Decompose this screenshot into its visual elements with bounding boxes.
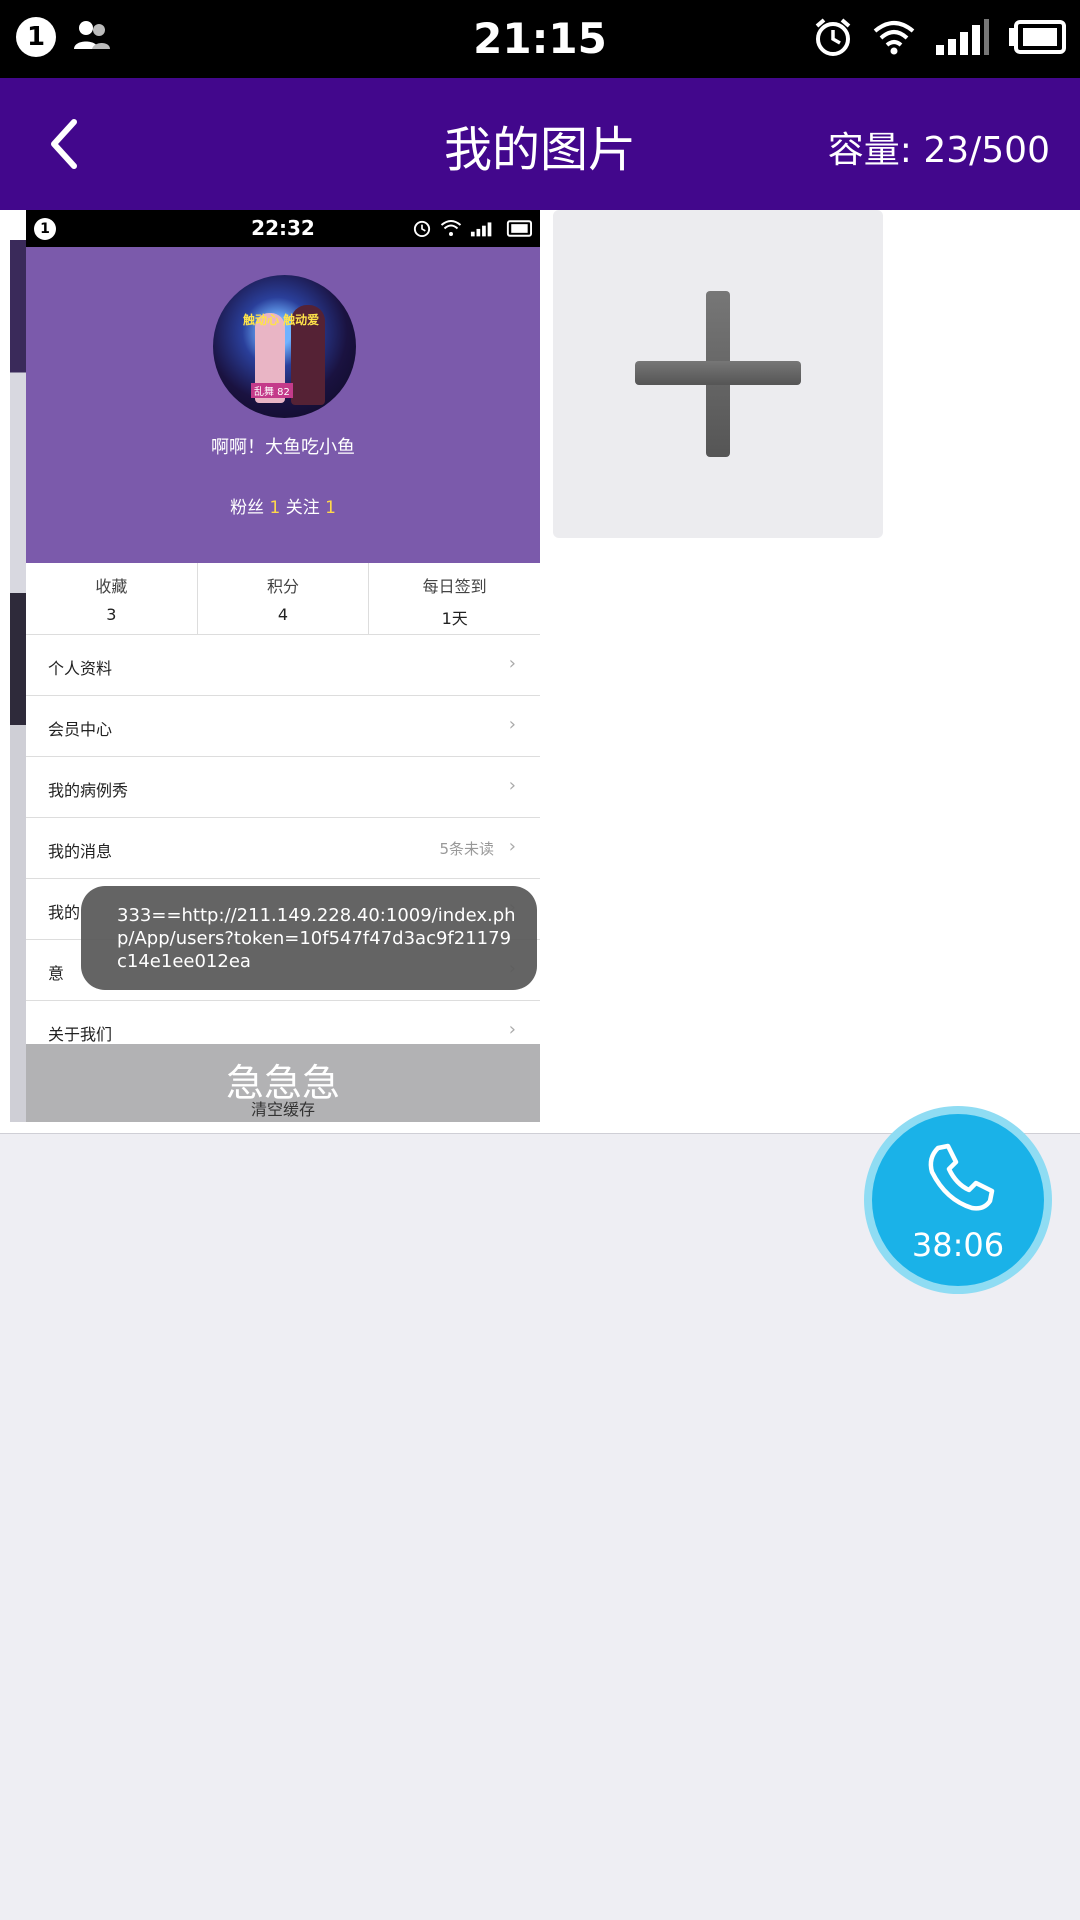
chevron-right-icon: › xyxy=(508,1019,516,1040)
avatar-caption: 触动心 触动爱 xyxy=(243,313,320,327)
add-image-button[interactable] xyxy=(553,210,883,538)
list-item: 我的病例秀 › xyxy=(26,757,540,818)
status-bar: 1 21:15 xyxy=(0,0,1080,78)
follow-stats: 粉丝 1 关注 1 xyxy=(26,493,540,518)
image-grid: 1 22:32 触动心 触动爱 乱舞 82 啊啊！大鱼吃小鱼 粉丝 1 关注 1… xyxy=(0,210,1080,1294)
capacity-label: 容量: 23/500 xyxy=(827,130,1050,171)
alarm-icon xyxy=(812,16,854,62)
battery-icon xyxy=(506,219,532,237)
list-item: 会员中心 › xyxy=(26,696,540,757)
stat-points: 积分 4 xyxy=(198,563,370,634)
stat-checkin: 每日签到 1天 xyxy=(422,577,487,628)
clear-cache-label: 清空缓存 xyxy=(250,1100,315,1119)
stats-row: 收藏 3 积分 4 每日签到 1天 xyxy=(26,563,540,635)
username: 啊啊！大鱼吃小鱼 xyxy=(211,437,355,458)
list-item: 我的消息 5条未读 › xyxy=(26,818,540,879)
stat-favorites: 收藏 3 xyxy=(26,563,198,634)
following-count: 1 xyxy=(325,498,336,518)
call-bubble[interactable]: 38:06 xyxy=(864,1106,1052,1294)
chevron-right-icon: › xyxy=(508,775,516,796)
wifi-icon xyxy=(872,19,916,59)
following-label: 关注 xyxy=(285,498,320,518)
thumbnail-edge xyxy=(10,240,26,1122)
alarm-icon xyxy=(413,220,431,238)
thumbnail-bottom-bar: 急急急 清空缓存 xyxy=(26,1044,540,1122)
image-thumbnail[interactable]: 1 22:32 触动心 触动爱 乱舞 82 啊啊！大鱼吃小鱼 粉丝 1 关注 1… xyxy=(10,210,540,1122)
followers-count: 1 xyxy=(269,498,281,518)
toast-message: 333==http://211.149.228.40:1009/index.ph… xyxy=(81,886,537,990)
avatar-badge: 乱舞 82 xyxy=(251,383,293,398)
phone-icon xyxy=(928,1143,995,1211)
title-bar: 我的图片 容量: 23/500 xyxy=(0,78,1080,210)
list-item: 个人资料 › xyxy=(26,635,540,696)
plus-icon xyxy=(635,291,801,457)
thumbnail-status-bar: 1 22:32 xyxy=(26,210,540,247)
wifi-icon xyxy=(440,220,462,236)
call-duration: 38:06 xyxy=(911,1226,1005,1264)
signal-icon xyxy=(470,222,492,237)
battery-icon xyxy=(1008,20,1066,58)
chevron-right-icon: › xyxy=(508,653,516,674)
thumbnail-screenshot: 1 22:32 触动心 触动爱 乱舞 82 啊啊！大鱼吃小鱼 粉丝 1 关注 1… xyxy=(26,210,540,1122)
avatar: 触动心 触动爱 乱舞 82 xyxy=(213,275,356,418)
signal-icon xyxy=(934,19,990,59)
followers-label: 粉丝 xyxy=(230,498,265,518)
chevron-right-icon: › xyxy=(508,714,516,735)
profile-header: 触动心 触动爱 乱舞 82 啊啊！大鱼吃小鱼 粉丝 1 关注 1 xyxy=(26,247,540,563)
chevron-right-icon: › xyxy=(508,836,516,857)
